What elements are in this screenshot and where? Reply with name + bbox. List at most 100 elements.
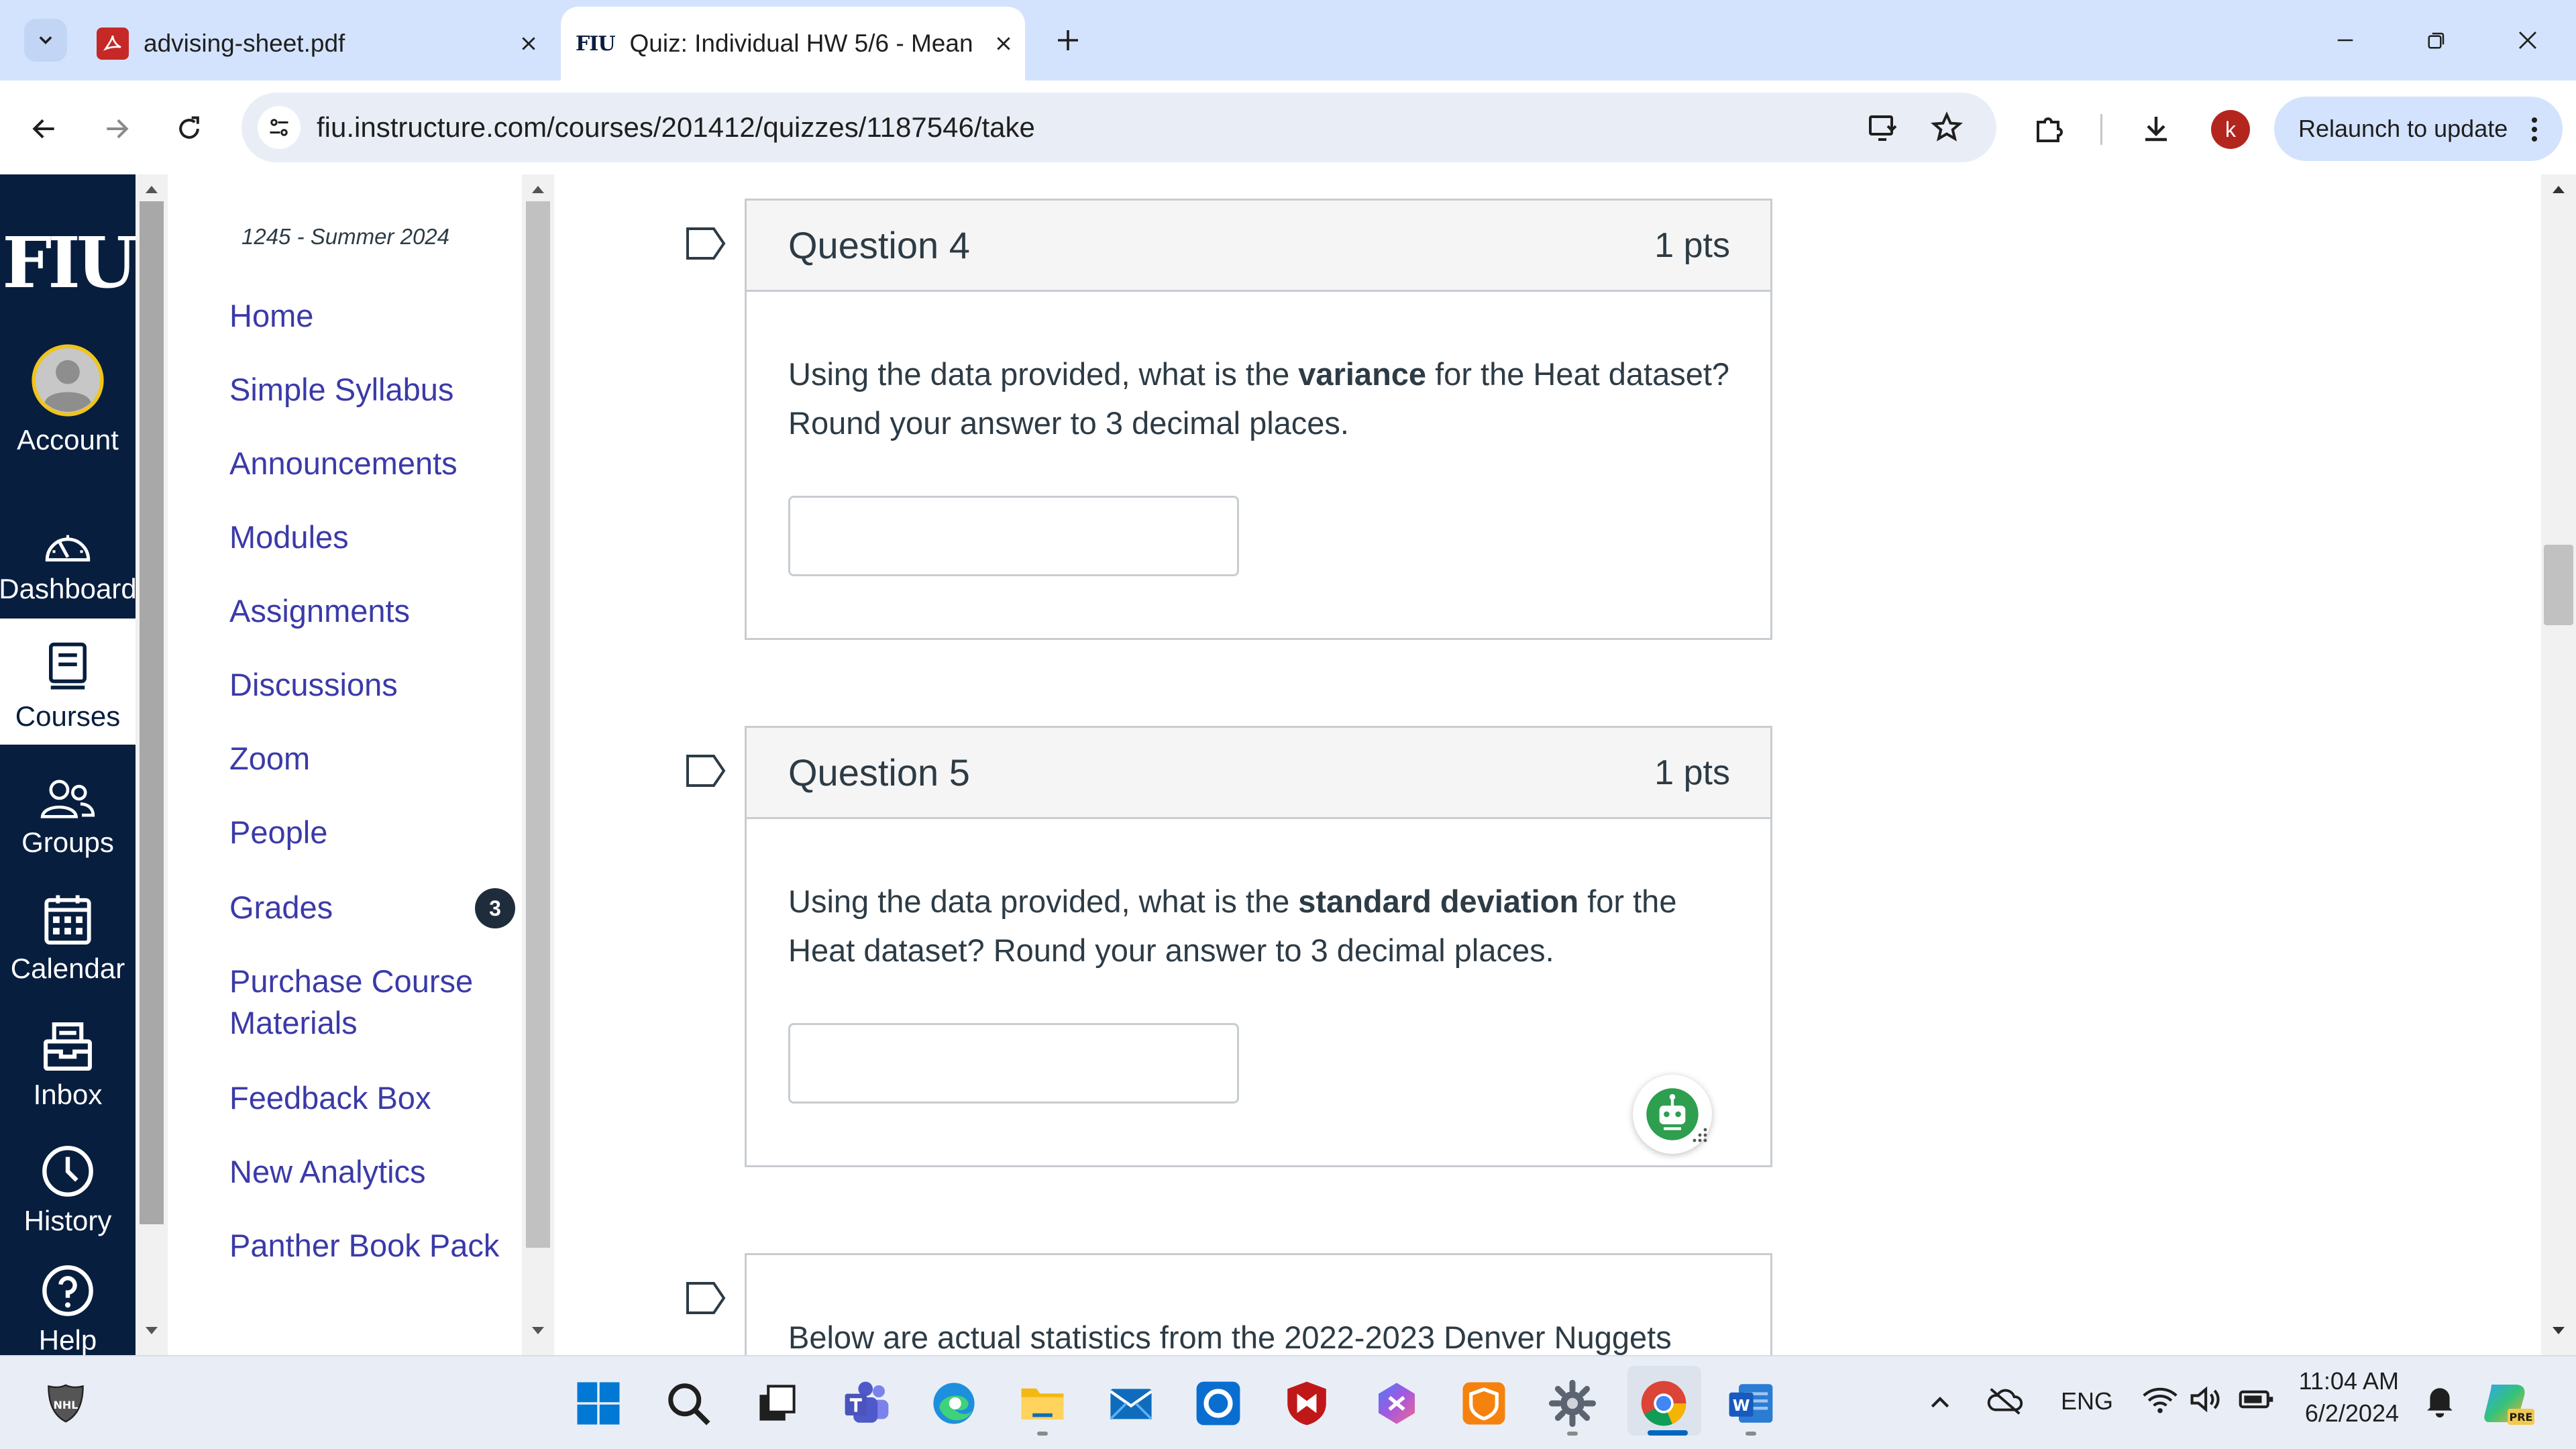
clock[interactable]: 11:04 AM 6/2/2024 — [2281, 1367, 2399, 1428]
copilot-preview-button[interactable]: PRE — [2481, 1377, 2534, 1430]
course-nav-home[interactable]: Home — [229, 295, 313, 337]
global-nav-dashboard[interactable]: Dashboard — [0, 491, 137, 617]
global-nav-calendar[interactable]: Calendar — [0, 871, 136, 997]
course-nav-grades[interactable]: Grades — [229, 887, 333, 928]
running-indicator — [1746, 1432, 1756, 1436]
answer-input[interactable] — [788, 1023, 1239, 1104]
widgets-button[interactable]: NHL — [35, 1373, 97, 1434]
hockey-logo-icon: NHL — [48, 1384, 84, 1423]
course-nav-feedback-box[interactable]: Feedback Box — [229, 1077, 431, 1119]
forward-button[interactable] — [93, 105, 141, 153]
download-icon — [2145, 117, 2167, 142]
minimize-button[interactable] — [2318, 13, 2372, 67]
file-explorer-button[interactable] — [1012, 1373, 1073, 1434]
svg-text:PRE: PRE — [2510, 1411, 2533, 1424]
drag-handle-icon[interactable] — [1690, 1126, 1709, 1144]
edge-button[interactable] — [923, 1373, 985, 1434]
flag-question-icon[interactable] — [686, 754, 726, 788]
copilot-button[interactable] — [1366, 1373, 1428, 1434]
global-nav-scroll-thumb[interactable] — [140, 201, 164, 1224]
scroll-up-icon[interactable] — [530, 182, 546, 196]
close-window-button[interactable] — [2501, 13, 2555, 67]
fiu-logo[interactable]: FIU — [0, 221, 137, 304]
clock-date: 6/2/2024 — [2304, 1399, 2399, 1427]
relaunch-button[interactable]: Relaunch to update — [2274, 97, 2563, 161]
reload-button[interactable] — [165, 105, 213, 153]
back-button[interactable] — [20, 105, 68, 153]
start-button[interactable] — [568, 1373, 629, 1434]
global-nav-history[interactable]: History — [0, 1123, 136, 1249]
course-nav-modules[interactable]: Modules — [229, 517, 349, 558]
scroll-down-icon[interactable] — [144, 1324, 160, 1338]
svg-text:NHL: NHL — [54, 1399, 78, 1411]
clock-time: 11:04 AM — [2298, 1367, 2399, 1395]
tab-advising-sheet[interactable]: advising-sheet.pdf — [80, 7, 550, 80]
install-app-button[interactable] — [1862, 106, 1905, 149]
mail-button[interactable] — [1100, 1373, 1162, 1434]
flag-question-icon[interactable] — [686, 227, 726, 260]
course-nav-zoom[interactable]: Zoom — [229, 738, 310, 780]
close-tab-button[interactable] — [507, 22, 550, 65]
page-scroll-thumb[interactable] — [2544, 545, 2573, 625]
scroll-up-icon[interactable] — [144, 182, 160, 196]
circle-app-icon — [1196, 1381, 1240, 1426]
answer-input[interactable] — [788, 496, 1239, 576]
global-nav-inbox[interactable]: Inbox — [0, 997, 136, 1123]
downloads-button[interactable] — [2132, 105, 2180, 153]
global-nav-label: Account — [17, 424, 119, 455]
word-button[interactable]: W — [1720, 1373, 1782, 1434]
groups-icon — [40, 780, 95, 818]
site-info-button[interactable] — [258, 106, 301, 149]
teams-button[interactable] — [836, 1373, 898, 1434]
bookmark-button[interactable] — [1925, 106, 1968, 149]
battery-icon — [2239, 1390, 2273, 1409]
language-indicator[interactable]: ENG — [2061, 1387, 2113, 1415]
search-button[interactable] — [657, 1373, 719, 1434]
global-nav-label: Groups — [21, 826, 114, 858]
question-text: Using the data provided, what is the sta… — [788, 883, 1677, 968]
tray-overflow-button[interactable] — [1927, 1389, 1953, 1415]
tune-icon — [270, 119, 288, 136]
close-tab-button[interactable] — [982, 22, 1025, 65]
restore-button[interactable] — [2410, 13, 2463, 67]
global-nav-account[interactable]: Account — [0, 342, 136, 468]
tab-search-button[interactable] — [24, 19, 67, 62]
global-nav-label: Inbox — [33, 1079, 103, 1110]
history-icon — [42, 1146, 93, 1197]
copilot-pre-icon: PRE — [2484, 1385, 2534, 1425]
onedrive-button[interactable] — [1986, 1385, 2025, 1417]
profile-avatar[interactable]: k — [2211, 110, 2250, 149]
url-text[interactable]: fiu.instructure.com/courses/201412/quizz… — [317, 109, 1035, 146]
scroll-down-icon[interactable] — [2551, 1324, 2567, 1338]
task-view-button[interactable] — [746, 1373, 808, 1434]
page-scrollbar[interactable] — [2541, 174, 2576, 1355]
flag-question-icon[interactable] — [686, 1281, 726, 1315]
course-nav-announcements[interactable]: Announcements — [229, 443, 458, 484]
mcafee-button[interactable] — [1276, 1373, 1338, 1434]
new-tab-button[interactable] — [1046, 19, 1089, 62]
course-nav-assignments[interactable]: Assignments — [229, 590, 410, 632]
course-nav-simple-syllabus[interactable]: Simple Syllabus — [229, 369, 453, 411]
global-nav-groups[interactable]: Groups — [0, 745, 136, 871]
arrow-left-icon — [32, 119, 54, 139]
extensions-button[interactable] — [2025, 105, 2073, 153]
course-nav-purchase-course-materials[interactable]: Purchase Course Materials — [229, 961, 498, 1044]
scroll-up-icon[interactable] — [2551, 182, 2567, 196]
chrome-button[interactable] — [1633, 1373, 1695, 1434]
tab-quiz[interactable]: FIU Quiz: Individual HW 5/6 - Mean — [561, 7, 1025, 80]
global-nav-help[interactable]: Help — [0, 1249, 136, 1356]
course-nav-new-analytics[interactable]: New Analytics — [229, 1151, 426, 1193]
course-nav-panther-book-pack[interactable]: Panther Book Pack — [229, 1225, 499, 1267]
course-nav-people[interactable]: People — [229, 812, 327, 853]
running-indicator — [1037, 1432, 1048, 1436]
cortana-button[interactable] — [1187, 1373, 1249, 1434]
security-app-button[interactable] — [1453, 1373, 1515, 1434]
course-nav-scroll-thumb[interactable] — [526, 201, 550, 1248]
settings-button[interactable] — [1542, 1373, 1603, 1434]
dashboard-icon — [45, 535, 91, 562]
question-6: Below are actual statistics from the 202… — [745, 1253, 1772, 1355]
scroll-down-icon[interactable] — [530, 1324, 546, 1338]
global-nav-courses[interactable]: Courses — [0, 619, 136, 745]
notifications-button[interactable] — [2423, 1382, 2457, 1419]
course-nav-discussions[interactable]: Discussions — [229, 664, 398, 706]
